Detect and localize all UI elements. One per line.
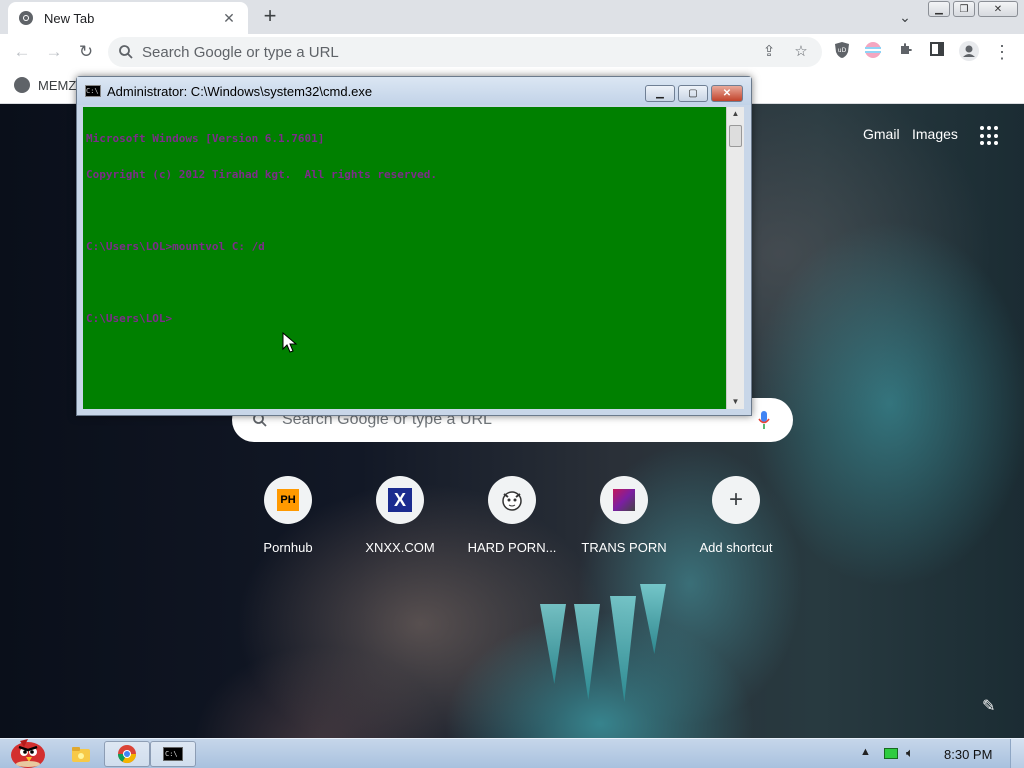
start-button[interactable] <box>4 733 48 768</box>
console-line: C:\Users\LOL>mountvol C: /d <box>86 240 265 253</box>
shortcut-icon: PH <box>264 476 312 524</box>
menu-kebab-icon[interactable]: ⋮ <box>991 41 1013 63</box>
background-art <box>540 604 566 684</box>
shortcut-label: TRANS PORN <box>581 540 667 555</box>
bookmark-label: MEMZ <box>38 77 77 93</box>
clock[interactable]: 8:30 PM <box>944 747 992 762</box>
shortcut-icon <box>488 476 536 524</box>
scroll-down-arrow-icon[interactable]: ▼ <box>727 395 744 409</box>
shortcut-tile[interactable]: HARD PORN... <box>456 476 568 555</box>
gmail-link[interactable]: Gmail <box>863 126 900 142</box>
extensions-puzzle-icon[interactable] <box>895 41 917 63</box>
taskbar-cmd[interactable]: C:\ <box>150 741 196 767</box>
tab-close-icon[interactable]: ✕ <box>220 10 238 27</box>
shortcut-label: Add shortcut <box>699 540 773 555</box>
ublock-shield-icon[interactable]: uD <box>831 41 853 63</box>
scroll-up-arrow-icon[interactable]: ▲ <box>727 107 744 121</box>
shortcut-icon: X <box>376 476 424 524</box>
taskbar-chrome[interactable] <box>104 741 150 767</box>
cmd-close-button[interactable]: ✕ <box>711 85 743 102</box>
volume-speaker-icon[interactable]: 🔈︎ <box>906 745 914 761</box>
shortcut-tile[interactable]: X XNXX.COM <box>344 476 456 555</box>
minimize-button[interactable]: ▁ <box>928 1 950 17</box>
background-art <box>610 596 636 702</box>
animal-face-icon <box>502 491 522 511</box>
chrome-icon <box>19 11 33 25</box>
cmd-scrollbar[interactable]: ▲ ▼ <box>726 107 744 409</box>
cmd-window[interactable]: C:\ Administrator: C:\Windows\system32\c… <box>76 76 752 416</box>
console-line: C:\Users\LOL> <box>86 312 173 325</box>
back-arrow-icon[interactable]: ← <box>10 40 34 64</box>
share-icon[interactable]: ⇪ <box>758 41 780 63</box>
tab-strip: New Tab ✕ + ⌄ ▁ ❐ ✕ <box>0 0 1024 34</box>
bookmark-item[interactable]: MEMZ <box>14 77 76 93</box>
add-shortcut-tile[interactable]: + Add shortcut <box>680 476 792 555</box>
shortcut-label: Pornhub <box>263 540 313 555</box>
cmd-console-output[interactable]: Microsoft Windows [Version 6.1.7601] Cop… <box>83 107 726 409</box>
cmd-minimize-button[interactable]: ▁ <box>645 85 675 102</box>
network-icon[interactable] <box>884 748 898 759</box>
customize-pencil-icon[interactable]: ✎ <box>982 696 1002 716</box>
cmd-icon: C:\ <box>85 85 101 97</box>
microphone-icon[interactable] <box>757 410 771 430</box>
tab-title: New Tab <box>44 10 95 26</box>
mouse-cursor-icon <box>282 332 298 353</box>
show-hidden-icons-chevron-up-icon[interactable]: ▲ <box>860 746 871 758</box>
desktop: New Tab ✕ + ⌄ ▁ ❐ ✕ ← → ↻ Search Google … <box>0 0 1024 768</box>
reload-icon[interactable]: ↻ <box>74 40 98 64</box>
console-line: Microsoft Windows [Version 6.1.7601] <box>86 132 325 145</box>
taskbar: C:\ ▲ 🔈︎ 8:30 PM <box>0 738 1024 768</box>
shortcut-label: XNXX.COM <box>365 540 435 555</box>
folder-icon <box>72 747 90 762</box>
plus-icon: + <box>728 486 743 513</box>
close-window-button[interactable]: ✕ <box>978 1 1018 17</box>
chrome-icon <box>118 745 136 764</box>
background-art <box>640 584 666 654</box>
profile-avatar-icon[interactable] <box>958 41 980 63</box>
forward-arrow-icon[interactable]: → <box>42 40 66 64</box>
show-desktop-button[interactable] <box>1010 739 1024 768</box>
shortcut-icon <box>600 476 648 524</box>
omnibox[interactable]: Search Google or type a URL ⇪ ☆ <box>108 37 822 67</box>
cmd-title: Administrator: C:\Windows\system32\cmd.e… <box>107 83 373 99</box>
bookmark-star-icon[interactable]: ☆ <box>790 41 812 63</box>
add-shortcut-icon: + <box>712 476 760 524</box>
cmd-maximize-button[interactable]: ▢ <box>678 85 708 102</box>
angry-bird-icon <box>11 739 45 768</box>
console-line: Copyright (c) 2012 Tirahad kgt. All righ… <box>86 168 437 181</box>
tab-search-chevron-down-icon[interactable]: ⌄ <box>894 6 916 28</box>
side-panel-icon[interactable] <box>926 41 948 63</box>
tab-new-tab[interactable]: New Tab ✕ <box>8 2 248 34</box>
globe-icon <box>14 77 30 93</box>
browser-toolbar: ← → ↻ Search Google or type a URL ⇪ ☆ uD… <box>0 34 1024 70</box>
apps-grid-icon[interactable] <box>980 126 1000 146</box>
shortcut-label: HARD PORN... <box>467 540 557 555</box>
new-tab-button[interactable]: + <box>258 5 282 29</box>
site-favicon-icon <box>613 489 635 511</box>
shortcut-tile[interactable]: TRANS PORN <box>568 476 680 555</box>
ph-logo-icon: PH <box>277 489 299 511</box>
cmd-icon: C:\ <box>163 747 183 761</box>
search-icon <box>119 45 133 59</box>
background-art <box>574 604 600 700</box>
omnibox-placeholder: Search Google or type a URL <box>142 43 339 61</box>
colorful-extension-icon[interactable] <box>862 41 884 63</box>
scroll-thumb[interactable] <box>729 125 742 147</box>
shortcut-tile[interactable]: PH Pornhub <box>232 476 344 555</box>
images-link[interactable]: Images <box>912 126 958 142</box>
restore-button[interactable]: ❐ <box>953 1 975 17</box>
x-logo-icon: X <box>388 488 412 512</box>
taskbar-explorer[interactable] <box>58 741 104 767</box>
svg-text:uD: uD <box>838 47 847 54</box>
